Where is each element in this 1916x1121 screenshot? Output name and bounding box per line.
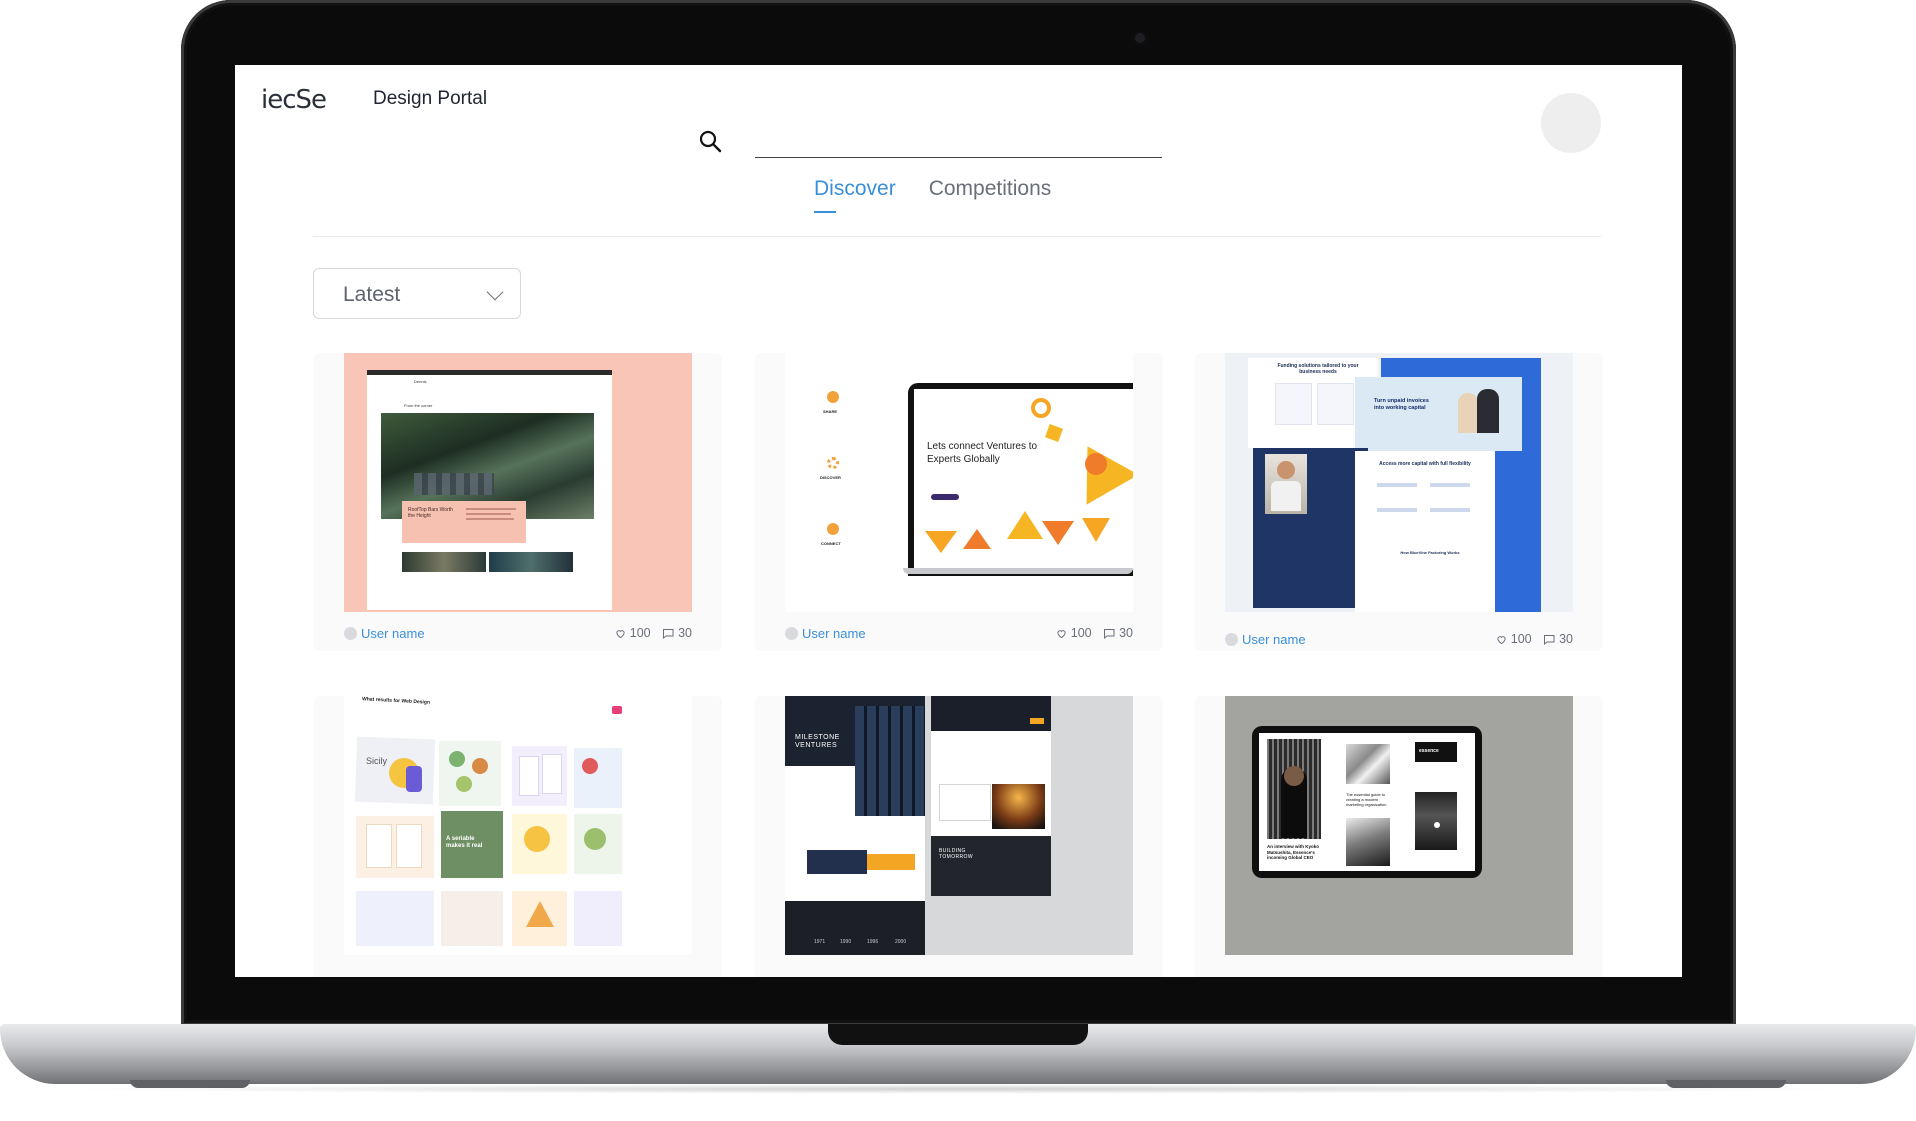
preview-step: CONNECT xyxy=(821,541,841,546)
preview-footer: How BlueVine Factoring Works xyxy=(1400,550,1460,555)
comment-icon[interactable] xyxy=(662,628,674,639)
card-thumbnail[interactable]: Funding solutions tailored to your busin… xyxy=(1225,353,1573,612)
preview-headline: Funding solutions tailored to your busin… xyxy=(1277,363,1359,375)
avatar[interactable] xyxy=(1541,93,1601,153)
design-card[interactable]: An interview with Kyoko Matsushita, Esse… xyxy=(1195,696,1603,977)
user-avatar xyxy=(344,627,357,640)
heart-icon[interactable] xyxy=(1496,634,1507,645)
comment-count: 30 xyxy=(1119,626,1133,640)
heart-icon[interactable] xyxy=(615,628,626,639)
preview-step: SHARE xyxy=(823,409,838,414)
design-card[interactable]: MILESTONE VENTURES 1971 1990 1996 2000 B… xyxy=(755,696,1163,977)
card-thumbnail[interactable]: What results for Web Design Sicily A ser… xyxy=(344,696,692,955)
like-count: 100 xyxy=(1510,632,1532,646)
design-card[interactable]: What results for Web Design Sicily A ser… xyxy=(314,696,722,977)
like-count: 100 xyxy=(1070,626,1092,640)
card-thumbnail[interactable]: MILESTONE VENTURES 1971 1990 1996 2000 B… xyxy=(785,696,1133,955)
card-thumbnail[interactable]: SHARE DISCOVER CONNECT Lets connect Vent… xyxy=(785,353,1133,612)
design-card[interactable]: Dennis From the corner RoofTop Bars Wort… xyxy=(314,353,722,651)
preview-promo: A seriable makes it real xyxy=(446,836,483,849)
divider xyxy=(313,236,1601,237)
design-card[interactable]: Funding solutions tailored to your busin… xyxy=(1195,353,1603,651)
preview-heading: What results for Web Design xyxy=(361,696,431,706)
comment-count: 30 xyxy=(1559,632,1573,646)
preview-title: MILESTONE VENTURES xyxy=(795,734,840,749)
user-avatar xyxy=(1225,633,1238,646)
design-card[interactable]: SHARE DISCOVER CONNECT Lets connect Vent… xyxy=(755,353,1163,651)
app-screen: iecSe Design Portal Discover Competition… xyxy=(235,65,1682,977)
laptop-notch xyxy=(828,1024,1088,1045)
preview-brand: Dennis xyxy=(414,379,427,384)
preview-eyebrow: From the corner xyxy=(404,403,433,408)
user-name-link[interactable]: User name xyxy=(1242,632,1306,647)
card-thumbnail[interactable]: An interview with Kyoko Matsushita, Esse… xyxy=(1225,696,1573,955)
preview-device: MacBook xyxy=(1013,563,1026,567)
tab-competitions[interactable]: Competitions xyxy=(929,177,1052,201)
page-title: Design Portal xyxy=(373,88,488,109)
logo[interactable]: iecSe xyxy=(261,85,327,115)
sort-dropdown[interactable]: Latest xyxy=(313,268,521,319)
preview-brand: essence xyxy=(1419,748,1439,754)
preview-heading: RoofTop Bars Worth the Height xyxy=(408,507,453,519)
card-meta: User name 100 30 xyxy=(1225,632,1573,650)
card-meta: User name 100 30 xyxy=(785,626,1133,644)
preview-step: DISCOVER xyxy=(820,475,841,480)
tab-discover[interactable]: Discover xyxy=(814,177,896,213)
preview-heading: BUILDING TOMORROW xyxy=(939,848,973,860)
camera-icon xyxy=(1135,33,1145,43)
preview-section: Access more capital with full flexibilit… xyxy=(1379,461,1471,467)
preview-hero: Turn unpaid invoices into working capita… xyxy=(1374,398,1429,411)
card-thumbnail[interactable]: Dennis From the corner RoofTop Bars Wort… xyxy=(344,353,692,612)
user-avatar xyxy=(785,627,798,640)
preview-article: The essential guide to creating a modern… xyxy=(1346,792,1387,807)
search-input[interactable] xyxy=(755,125,1162,158)
preview-headline: Lets connect Ventures to Experts Globall… xyxy=(927,441,1038,465)
comment-icon[interactable] xyxy=(1103,628,1115,639)
user-name-link[interactable]: User name xyxy=(802,626,866,641)
card-meta: User name 100 30 xyxy=(344,626,692,644)
tab-bar: Discover Competitions xyxy=(814,177,1052,213)
preview-featured: Sicily xyxy=(366,756,388,766)
like-count: 100 xyxy=(629,626,651,640)
laptop-shadow xyxy=(60,1084,1856,1094)
sort-dropdown-value: Latest xyxy=(343,283,401,306)
search-icon[interactable] xyxy=(698,129,724,155)
heart-icon[interactable] xyxy=(1056,628,1067,639)
comment-count: 30 xyxy=(678,626,692,640)
comment-icon[interactable] xyxy=(1543,634,1555,645)
preview-caption: An interview with Kyoko Matsushita, Esse… xyxy=(1267,844,1320,860)
user-name-link[interactable]: User name xyxy=(361,626,425,641)
chevron-down-icon xyxy=(486,283,504,301)
